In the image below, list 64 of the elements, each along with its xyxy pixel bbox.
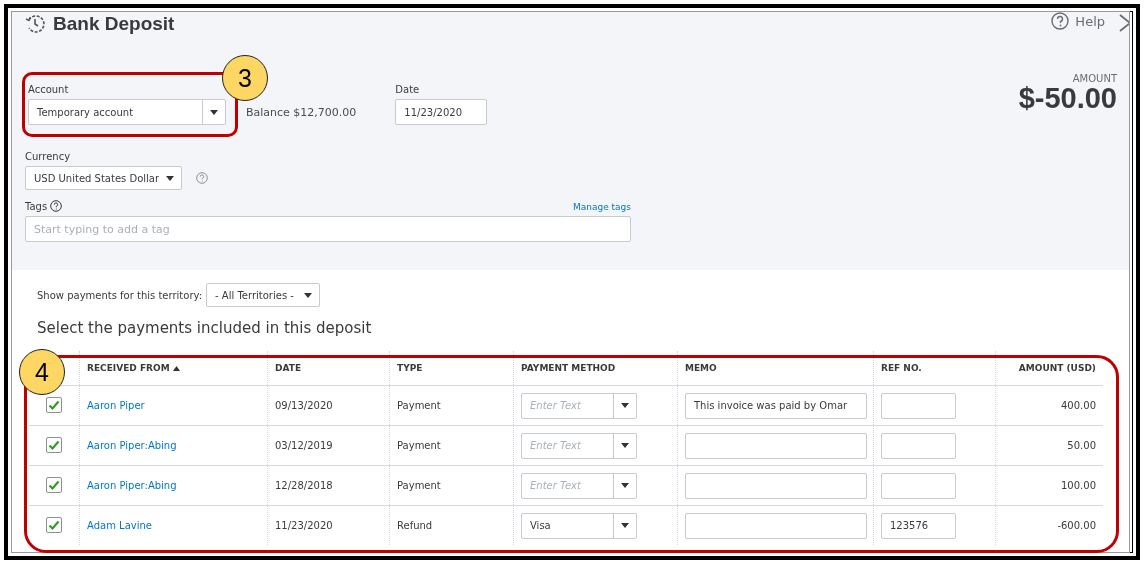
amount-text: 100.00	[1061, 480, 1096, 491]
column-header: TYPE	[397, 363, 423, 373]
date-text: 11/23/2020	[275, 520, 333, 531]
caret-icon	[621, 523, 629, 528]
customer-link[interactable]: Aaron Piper:Abing	[87, 440, 177, 451]
help-icon	[1051, 12, 1070, 30]
memo-field[interactable]	[685, 432, 867, 459]
type-text: Payment	[397, 400, 441, 411]
caret-icon	[621, 403, 629, 408]
type-text: Refund	[397, 520, 433, 531]
help-link[interactable]: Help	[1051, 12, 1105, 30]
sort-up-icon	[172, 366, 180, 371]
date-text: 09/13/2020	[275, 400, 333, 411]
territory-dropdown[interactable]: - All Territories -	[206, 283, 321, 307]
checkbox[interactable]	[46, 396, 62, 413]
caret-icon	[304, 292, 313, 298]
currency-dropdown[interactable]: USD United States Dollar	[25, 166, 182, 190]
date-text: 03/12/2019	[275, 440, 333, 451]
checkbox[interactable]	[46, 476, 62, 493]
type-text: Payment	[397, 440, 441, 451]
column-header: DATE	[275, 363, 302, 373]
account-label: Account	[28, 84, 70, 95]
column-header: PAYMENT METHOD	[521, 363, 616, 373]
ref-no-field[interactable]	[881, 432, 956, 459]
date-text: 12/28/2018	[275, 480, 333, 491]
amount-text: 400.00	[1061, 400, 1096, 411]
customer-link[interactable]: Adam Lavine	[87, 520, 152, 531]
ref-no-field[interactable]	[881, 392, 956, 419]
column-header: MEMO	[685, 363, 717, 373]
ref-no-field[interactable]	[881, 472, 956, 499]
account-dropdown[interactable]: Temporary account	[28, 99, 226, 125]
caret-icon	[621, 483, 629, 488]
window-title: Bank Deposit	[53, 13, 175, 35]
memo-field[interactable]: This invoice was paid by Omar	[685, 392, 867, 419]
amount-label: AMOUNT	[1071, 73, 1117, 84]
tags-label: Tags	[25, 200, 48, 212]
territory-label: Show payments for this territory:	[37, 289, 203, 301]
help-icon[interactable]	[50, 200, 63, 212]
type-text: Payment	[397, 480, 441, 491]
amount-total: $-50.00	[1018, 84, 1117, 113]
amount-text: 50.00	[1067, 440, 1096, 451]
balance-text: Balance $12,700.00	[246, 106, 357, 119]
close-icon[interactable]	[1119, 14, 1129, 32]
date-label: Date	[395, 84, 421, 95]
caret-icon	[166, 175, 174, 181]
column-header: AMOUNT (USD)	[1018, 363, 1096, 373]
amount-text: -600.00	[1057, 520, 1096, 531]
customer-link[interactable]: Aaron Piper:Abing	[87, 480, 177, 491]
checkbox[interactable]	[46, 516, 62, 533]
column-header: REF NO.	[881, 363, 922, 373]
memo-field[interactable]	[685, 512, 867, 539]
payment-method-dropdown[interactable]: Visa	[521, 512, 637, 539]
currency-label: Currency	[25, 151, 72, 162]
date-field[interactable]: 11/23/2020	[395, 99, 488, 125]
customer-link[interactable]: Aaron Piper	[87, 400, 145, 411]
caret-icon	[621, 443, 629, 448]
column-header[interactable]: RECEIVED FROM	[87, 363, 180, 373]
history-icon	[25, 14, 45, 34]
checkbox[interactable]	[46, 436, 62, 453]
manage-tags-link[interactable]: Manage tags	[572, 202, 631, 212]
section-title: Select the payments included in this deposit	[37, 319, 373, 337]
memo-field[interactable]	[685, 472, 867, 499]
caret-icon	[210, 109, 218, 115]
ref-no-field[interactable]: 123576	[881, 512, 956, 539]
